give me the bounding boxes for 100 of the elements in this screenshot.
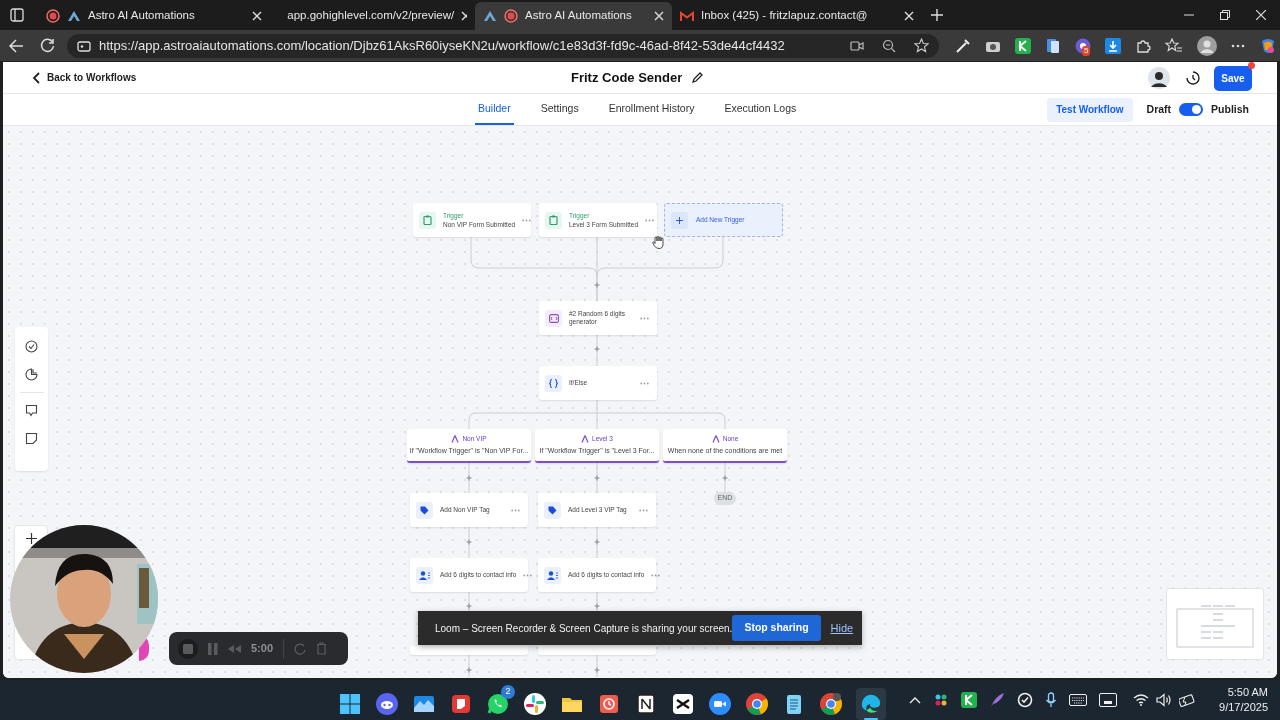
scissors-app-icon[interactable] — [671, 692, 695, 716]
video-call-icon[interactable] — [708, 692, 732, 716]
draft-label: Draft — [1146, 101, 1172, 117]
edit-icon[interactable] — [692, 72, 704, 84]
branch-icon — [451, 434, 460, 443]
tab-title: Astro AI Automations — [525, 8, 633, 24]
stop-sharing-button[interactable]: Stop sharing — [732, 615, 821, 641]
history-icon[interactable] — [1186, 70, 1200, 85]
browser-tab[interactable]: app.gohighlevel.com/v2/preview/ — [270, 2, 475, 30]
profile-avatar-icon[interactable] — [1197, 35, 1217, 56]
browser-tab[interactable]: Astro AI Automations — [475, 2, 672, 30]
download-icon[interactable] — [1105, 37, 1121, 54]
connector-line — [596, 654, 598, 678]
clock-time[interactable]: 5:50 AM — [1227, 685, 1268, 700]
camera-icon[interactable] — [850, 39, 864, 52]
restart-icon[interactable] — [294, 642, 307, 655]
nav-tab[interactable]: Execution Logs — [721, 94, 800, 125]
maximize-icon[interactable] — [1220, 10, 1230, 20]
share-message: Loom – Screen Recorder & Screen Capture is sharing your screen. — [435, 621, 733, 636]
tag-icon — [548, 505, 557, 515]
braces-icon — [549, 378, 558, 388]
new-tab-icon[interactable] — [930, 8, 944, 22]
chevron-up-icon[interactable] — [909, 696, 922, 704]
recording-time: 5:00 — [251, 641, 274, 657]
stop-icon[interactable] — [178, 638, 198, 659]
hide-link[interactable]: Hide — [830, 619, 854, 637]
windows-start-icon[interactable] — [338, 692, 362, 716]
publish-toggle[interactable] — [1179, 103, 1204, 116]
browser-tab[interactable]: Inbox (425) - fritzlapuz.contact@ — [672, 2, 922, 30]
action-node[interactable] — [410, 646, 528, 655]
display-icon[interactable] — [1099, 693, 1118, 707]
contact-icon — [547, 570, 558, 580]
address-field[interactable]: https://app.astroaiautomations.com/location/Djbz61AksR60iyseKN2u/workflow/c1e83d3f-fd9c-46ad-8f42-53de44cf4432 — [67, 33, 939, 58]
hand-cursor-icon — [652, 236, 664, 249]
zoom-out-icon[interactable] — [882, 38, 896, 53]
feather-icon[interactable] — [989, 692, 1006, 708]
close-icon[interactable] — [904, 11, 914, 21]
microphone-icon[interactable] — [1045, 692, 1058, 708]
close-icon[interactable] — [252, 11, 262, 21]
test-workflow-button[interactable]: Test Workflow — [1047, 97, 1133, 122]
logo-icon — [483, 10, 497, 22]
comment-icon[interactable] — [25, 404, 38, 417]
notebook-icon[interactable] — [634, 692, 658, 716]
close-icon[interactable] — [654, 11, 664, 21]
hash-app-icon[interactable] — [523, 692, 547, 716]
pen-icon[interactable] — [955, 37, 971, 54]
site-info-icon[interactable] — [77, 38, 91, 53]
clock-date[interactable]: 9/17/2025 — [1219, 700, 1268, 715]
volume-icon[interactable] — [1156, 693, 1173, 707]
connector-line — [596, 462, 598, 494]
favorites-icon[interactable] — [1165, 37, 1183, 54]
notification-badge: 2 — [501, 685, 515, 699]
check-circle-icon[interactable] — [25, 340, 38, 353]
publish-label: Publish — [1211, 101, 1249, 117]
close-icon[interactable] — [1256, 10, 1266, 20]
clipboard-icon — [423, 215, 432, 225]
puzzle-icon[interactable] — [1135, 37, 1151, 54]
star-icon[interactable] — [914, 38, 929, 53]
nav-tab[interactable]: Settings — [537, 94, 582, 125]
chat-bubble-icon[interactable] — [486, 692, 510, 716]
extension-icon[interactable] — [961, 692, 978, 708]
back-icon[interactable] — [9, 38, 24, 53]
keyboard-icon[interactable] — [1069, 694, 1088, 706]
workflow-title: Fritz Code Sender — [571, 69, 683, 87]
back-link[interactable]: Back to Workflows — [32, 70, 137, 85]
code-icon — [548, 313, 559, 323]
avatar-icon[interactable] — [1148, 66, 1170, 89]
wifi-icon[interactable] — [1133, 694, 1150, 706]
back-icon — [32, 71, 40, 84]
mail-icon — [680, 10, 694, 22]
tag-icon — [420, 505, 429, 515]
sticky-note-icon[interactable] — [25, 432, 38, 445]
nav-tab[interactable]: Enrollment History — [605, 94, 698, 125]
plus-icon — [676, 216, 683, 224]
url-text: https://app.astroaiautomations.com/location/Djbz61AksR60iyseKN2u/workflow/c1e83d3f-fd9c-46ad-8f42-53de44cf4432 — [99, 36, 786, 55]
calendar-icon[interactable] — [597, 692, 621, 716]
tab-actions-icon[interactable] — [10, 8, 24, 22]
pie-chart-icon[interactable] — [25, 368, 38, 381]
save-button[interactable]: Save — [1214, 65, 1252, 91]
zoom-in-icon[interactable] — [25, 533, 37, 544]
extension-icon[interactable] — [1015, 37, 1031, 54]
document-icon[interactable] — [1045, 37, 1061, 54]
tab-title: app.gohighlevel.com/v2/preview/ — [287, 8, 455, 24]
close-icon[interactable] — [461, 11, 467, 21]
contact-icon — [419, 570, 430, 580]
battery-icon[interactable] — [1179, 693, 1198, 707]
shield-check-icon[interactable] — [1017, 692, 1034, 708]
branch-icon — [711, 434, 720, 443]
tab-title: Astro AI Automations — [88, 8, 196, 24]
browser-tab[interactable]: Astro AI Automations — [38, 2, 270, 30]
clipboard-icon — [549, 215, 558, 225]
notes-app-icon[interactable] — [449, 692, 473, 716]
more-icon[interactable] — [1231, 43, 1245, 48]
action-node[interactable] — [538, 646, 656, 655]
branch-icon — [581, 434, 589, 443]
reload-icon[interactable] — [40, 38, 55, 53]
logo-icon — [67, 10, 81, 22]
browser-icon[interactable] — [860, 693, 882, 715]
game-controller-icon[interactable] — [375, 692, 399, 716]
tab-title: Inbox (425) - fritzlapuz.contact@ — [701, 8, 869, 24]
